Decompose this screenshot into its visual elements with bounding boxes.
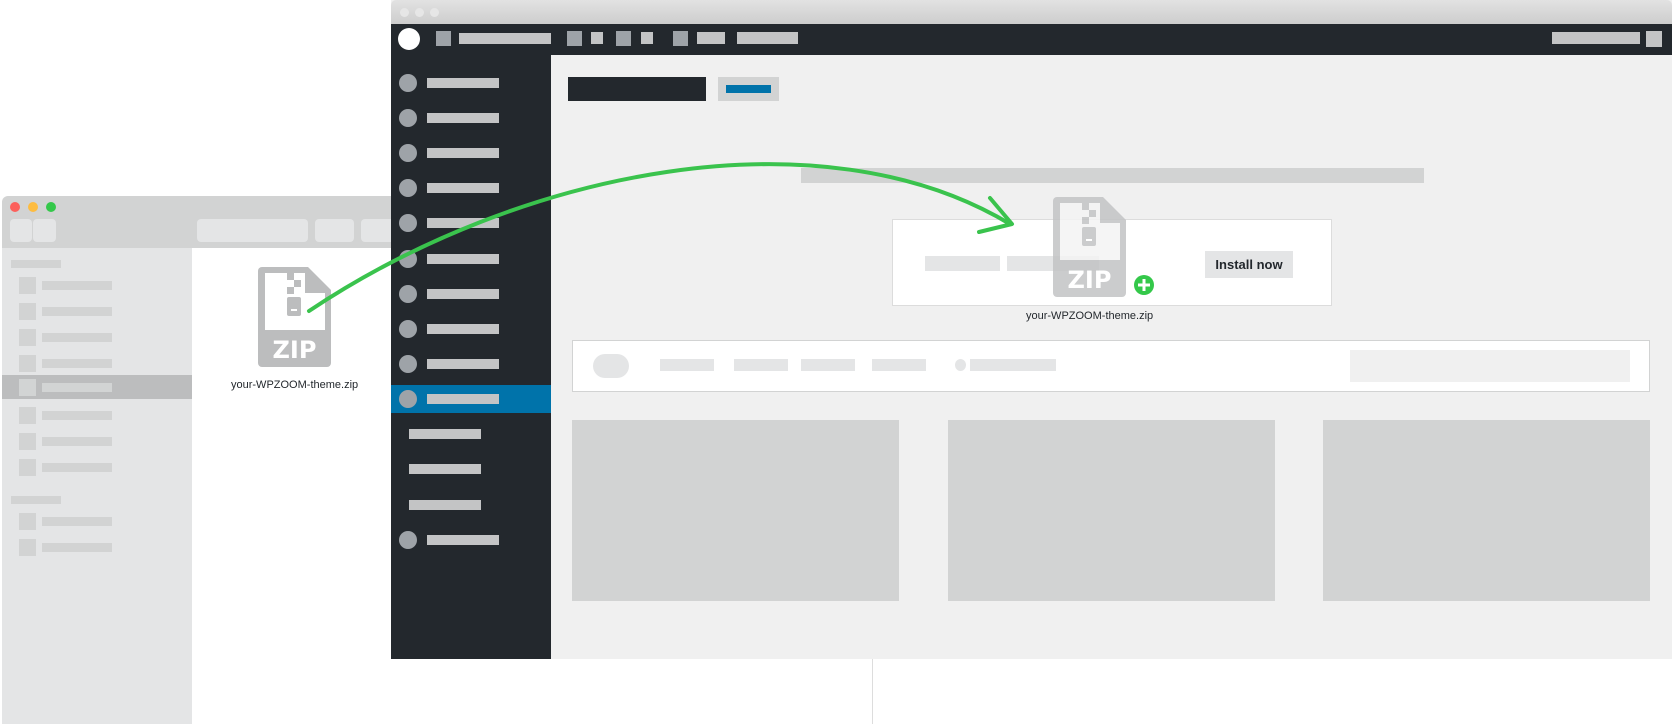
theme-card[interactable] — [1323, 420, 1650, 601]
plus-icon — [1133, 274, 1155, 296]
site-name-link[interactable] — [459, 33, 551, 44]
search-themes-input[interactable] — [1350, 350, 1630, 382]
home-icon — [436, 31, 451, 46]
updates-count — [591, 32, 603, 44]
new-icon[interactable] — [673, 31, 688, 46]
upload-instructions — [801, 168, 1424, 183]
submenu-item[interactable] — [391, 455, 551, 483]
arrange-button[interactable] — [315, 219, 354, 242]
menu-icon — [399, 250, 417, 268]
sidebar-item[interactable] — [2, 404, 192, 426]
zip-file-icon[interactable]: ZIP — [258, 267, 331, 367]
upload-theme-button[interactable] — [718, 77, 779, 101]
menu-item[interactable] — [391, 139, 551, 167]
finder-sidebar — [2, 248, 192, 724]
sidebar-item[interactable] — [2, 430, 192, 452]
feature-filter-link[interactable] — [970, 359, 1056, 371]
menu-icon — [399, 74, 417, 92]
menu-item[interactable] — [391, 209, 551, 237]
updates-icon[interactable] — [567, 31, 582, 46]
forward-button[interactable] — [33, 219, 56, 242]
dragged-file-name: your-WPZOOM-theme.zip — [1026, 310, 1154, 322]
theme-filter-bar — [572, 340, 1650, 392]
theme-card[interactable] — [572, 420, 899, 601]
minimize-button[interactable] — [415, 8, 424, 17]
menu-icon — [399, 144, 417, 162]
menu-icon — [399, 390, 417, 408]
menu-item[interactable] — [391, 174, 551, 202]
menu-icon — [399, 531, 417, 549]
theme-count-badge — [593, 354, 629, 378]
svg-text:ZIP: ZIP — [1068, 266, 1112, 294]
comments-count — [641, 32, 653, 44]
folder-icon — [19, 407, 36, 424]
file-name: your-WPZOOM-theme.zip — [231, 379, 359, 391]
menu-item[interactable] — [391, 315, 551, 343]
menu-item-appearance-active[interactable] — [391, 385, 551, 413]
sidebar-section-header — [11, 496, 61, 504]
minimize-button[interactable] — [28, 202, 38, 212]
main-content: Install now — [551, 55, 1672, 659]
howdy-user-link[interactable] — [1552, 32, 1640, 44]
new-link[interactable] — [697, 32, 725, 44]
back-button[interactable] — [10, 219, 32, 242]
feature-filter-icon — [955, 359, 966, 371]
admin-menu — [391, 55, 551, 659]
zoom-button[interactable] — [46, 202, 56, 212]
sidebar-item[interactable] — [2, 536, 192, 558]
menu-icon — [399, 320, 417, 338]
svg-text:ZIP: ZIP — [273, 336, 317, 364]
close-button[interactable] — [400, 8, 409, 17]
sidebar-item[interactable] — [2, 352, 192, 374]
menu-icon — [399, 214, 417, 232]
sidebar-item-selected[interactable] — [2, 375, 192, 399]
sidebar-item[interactable] — [2, 456, 192, 478]
comments-icon[interactable] — [616, 31, 631, 46]
folder-icon — [19, 277, 36, 294]
folder-icon — [19, 329, 36, 346]
folder-icon — [19, 303, 36, 320]
sidebar-section-header — [11, 260, 61, 268]
menu-item[interactable] — [391, 280, 551, 308]
view-switcher[interactable] — [197, 219, 308, 242]
admin-bar — [391, 24, 1672, 55]
submenu-item[interactable] — [391, 491, 551, 519]
folder-icon — [19, 459, 36, 476]
wordpress-window: Install now — [391, 0, 1672, 659]
wordpress-logo-icon[interactable] — [398, 28, 420, 50]
sidebar-item[interactable] — [2, 510, 192, 532]
page-title — [568, 77, 706, 101]
zoom-button[interactable] — [430, 8, 439, 17]
menu-icon — [399, 285, 417, 303]
folder-icon — [19, 513, 36, 530]
sidebar-item[interactable] — [2, 326, 192, 348]
sidebar-item[interactable] — [2, 274, 192, 296]
close-button[interactable] — [10, 202, 20, 212]
dragged-zip-file-icon[interactable]: ZIP — [1053, 197, 1126, 297]
folder-icon — [19, 433, 36, 450]
avatar[interactable] — [1646, 31, 1662, 47]
menu-item[interactable] — [391, 245, 551, 273]
menu-icon — [399, 109, 417, 127]
menu-icon — [399, 179, 417, 197]
folder-icon — [19, 355, 36, 372]
menu-item[interactable] — [391, 104, 551, 132]
submenu-item[interactable] — [391, 420, 551, 448]
filter-tab[interactable] — [801, 359, 855, 371]
install-now-button[interactable]: Install now — [1205, 251, 1293, 278]
menu-item[interactable] — [391, 69, 551, 97]
menu-icon — [399, 355, 417, 373]
sidebar-item[interactable] — [2, 300, 192, 322]
filter-tab[interactable] — [872, 359, 926, 371]
admin-link[interactable] — [737, 32, 798, 44]
choose-file-button[interactable] — [925, 256, 1000, 271]
filter-tab[interactable] — [660, 359, 714, 371]
filter-tab[interactable] — [734, 359, 788, 371]
theme-card[interactable] — [948, 420, 1275, 601]
browser-titlebar — [391, 0, 1672, 24]
folder-icon — [19, 379, 36, 396]
folder-icon — [19, 539, 36, 556]
menu-item[interactable] — [391, 526, 551, 554]
menu-item[interactable] — [391, 350, 551, 378]
